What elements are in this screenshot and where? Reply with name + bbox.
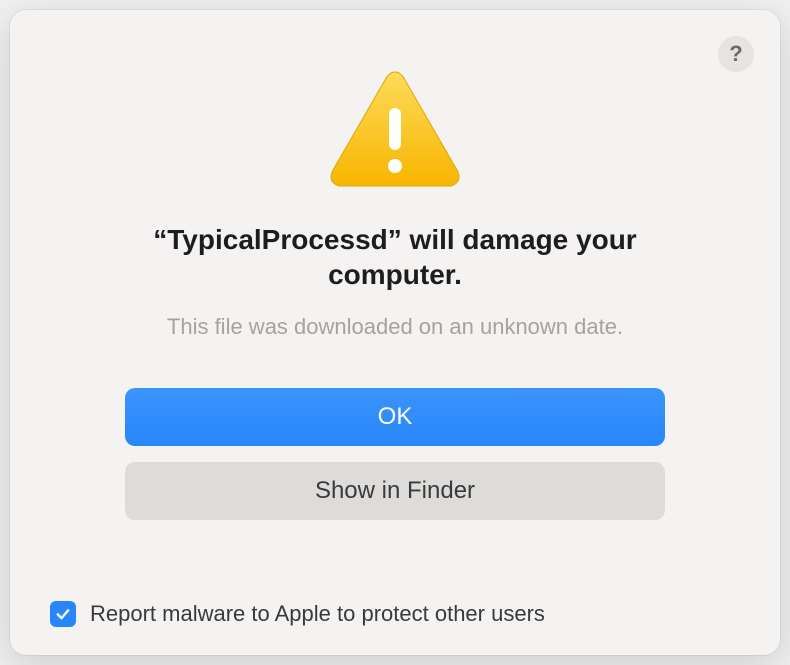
report-malware-checkbox[interactable] (50, 601, 76, 627)
button-group: OK Show in Finder (125, 388, 665, 520)
report-malware-label: Report malware to Apple to protect other… (90, 601, 545, 627)
ok-button[interactable]: OK (125, 388, 665, 446)
checkmark-icon (54, 605, 72, 623)
help-button[interactable]: ? (718, 36, 754, 72)
show-in-finder-button[interactable]: Show in Finder (125, 462, 665, 520)
ok-button-label: OK (378, 403, 413, 431)
alert-dialog: ? “TypicalProcessd” will damage your com… (10, 10, 780, 655)
dialog-title: “TypicalProcessd” will damage your compu… (95, 222, 695, 292)
report-malware-row: Report malware to Apple to protect other… (50, 601, 545, 627)
dialog-subtitle: This file was downloaded on an unknown d… (167, 314, 623, 340)
show-in-finder-label: Show in Finder (315, 477, 475, 505)
warning-icon (325, 66, 465, 194)
help-icon: ? (729, 41, 742, 67)
